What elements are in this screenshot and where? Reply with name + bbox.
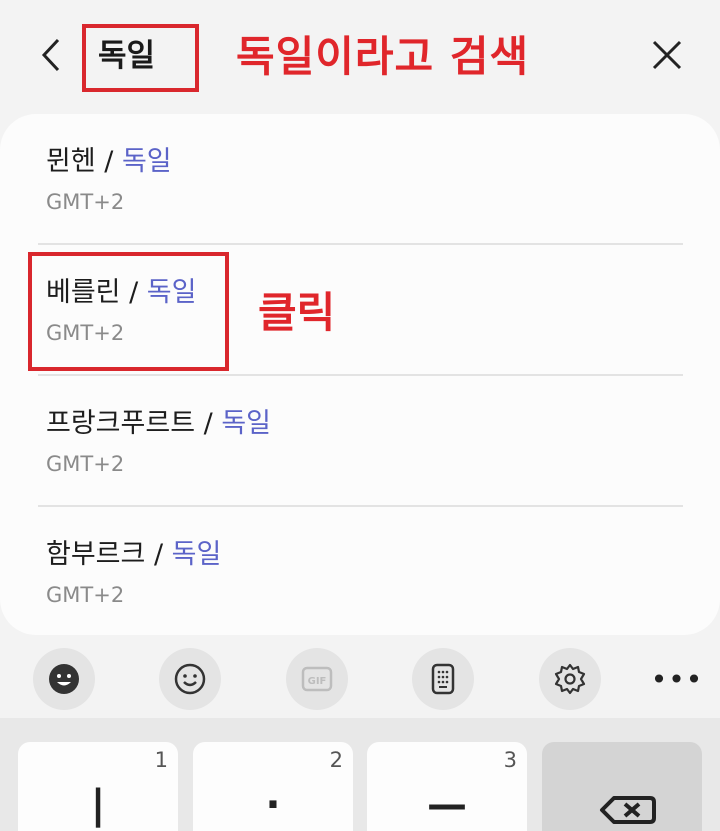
key-number: 3 <box>503 748 517 772</box>
keypad-button[interactable] <box>412 648 474 710</box>
timezone-label: GMT+2 <box>46 452 125 476</box>
result-title: 프랑크푸르트 / 독일 <box>46 406 271 442</box>
back-button[interactable] <box>28 30 78 80</box>
annotation-box-search <box>82 24 199 92</box>
chevron-left-icon <box>41 38 60 72</box>
annotation-click-text: 클릭 <box>258 288 336 337</box>
emoji-icon <box>174 663 206 695</box>
close-button[interactable] <box>640 28 694 82</box>
country-name: 독일 <box>121 146 172 177</box>
key-3[interactable]: 3 — <box>367 742 527 831</box>
timezone-label: GMT+2 <box>46 190 125 214</box>
timezone-label: GMT+2 <box>46 583 125 607</box>
key-2[interactable]: 2 · <box>193 742 353 831</box>
separator: / <box>95 146 122 177</box>
country-name: 독일 <box>171 539 222 570</box>
keyboard-toolbar: GIF ••• <box>0 640 720 718</box>
result-item-frankfurt[interactable]: 프랑크푸르트 / 독일 GMT+2 <box>0 376 720 507</box>
more-options-button[interactable]: ••• <box>646 648 708 710</box>
gif-button[interactable]: GIF <box>286 648 348 710</box>
settings-button[interactable] <box>539 648 601 710</box>
emoji-button[interactable] <box>159 648 221 710</box>
more-icon: ••• <box>650 662 704 696</box>
keyboard: 1 | 2 · 3 — <box>0 718 720 831</box>
result-item-hamburg[interactable]: 함부르크 / 독일 GMT+2 <box>0 507 720 638</box>
separator: / <box>195 408 222 439</box>
key-number: 1 <box>154 748 168 772</box>
search-header: 독일 독일이라고 검색 <box>0 0 720 112</box>
result-item-munich[interactable]: 뮌헨 / 독일 GMT+2 <box>0 114 720 245</box>
country-name: 독일 <box>221 408 271 439</box>
city-name: 프랑크푸르트 <box>46 408 196 439</box>
key-1[interactable]: 1 | <box>18 742 178 831</box>
gif-icon: GIF <box>301 666 333 692</box>
svg-text:GIF: GIF <box>308 676 327 687</box>
close-icon <box>652 40 682 70</box>
sticker-button[interactable] <box>33 648 95 710</box>
annotation-search-text: 독일이라고 검색 <box>236 32 530 81</box>
key-glyph: · <box>265 782 281 828</box>
key-glyph: | <box>90 782 106 828</box>
backspace-key[interactable] <box>542 742 702 831</box>
result-title: 함부르크 / 독일 <box>46 537 221 573</box>
city-name: 뮌헨 <box>46 146 96 177</box>
separator: / <box>145 539 172 570</box>
result-title: 뮌헨 / 독일 <box>46 144 172 180</box>
backspace-icon <box>600 796 656 824</box>
key-number: 2 <box>329 748 343 772</box>
key-glyph: — <box>427 782 467 828</box>
sticker-icon <box>49 664 79 694</box>
search-results-list: 뮌헨 / 독일 GMT+2 베를린 / 독일 GMT+2 프랑크푸르트 / 독일… <box>0 114 720 635</box>
gear-icon <box>554 663 586 695</box>
keypad-icon <box>431 663 455 695</box>
annotation-box-berlin <box>28 252 229 371</box>
city-name: 함부르크 <box>46 539 146 570</box>
